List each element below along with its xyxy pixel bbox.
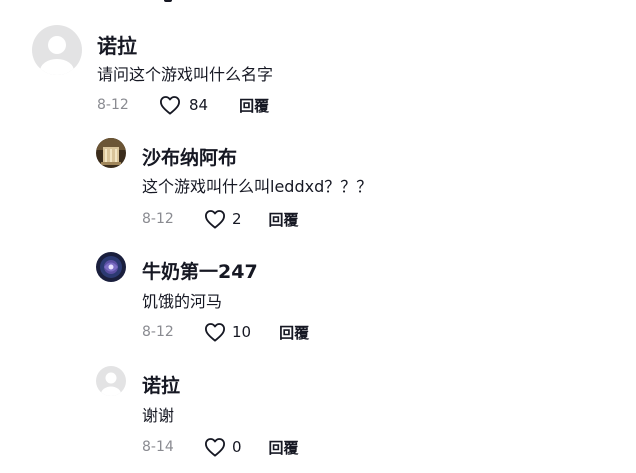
like-count: 84 — [189, 96, 209, 114]
comment-date: 8-12 — [97, 97, 129, 113]
heart-icon — [205, 323, 225, 342]
comment-author[interactable]: 诺拉 — [142, 371, 180, 398]
comment-meta: 8-12 84 回覆 — [97, 94, 269, 116]
comment-date: 8-12 — [142, 324, 174, 340]
reply-button[interactable]: 回覆 — [239, 95, 269, 116]
building-photo-avatar[interactable] — [96, 138, 126, 168]
comment-text: 谢谢 — [142, 406, 175, 425]
comment-text: 饥饿的河马 — [142, 292, 223, 311]
like-count: 10 — [232, 323, 252, 341]
scroll-fragment — [164, 0, 172, 2]
like-button[interactable]: 10 — [204, 322, 251, 342]
comment-date: 8-14 — [142, 439, 174, 455]
comment-meta: 8-12 10 回覆 — [142, 321, 309, 343]
comment-date: 8-12 — [142, 211, 174, 227]
like-count: 0 — [232, 438, 242, 456]
galaxy-photo-avatar[interactable] — [96, 252, 126, 282]
heart-icon — [160, 96, 180, 115]
comment-author[interactable]: 诺拉 — [97, 30, 137, 59]
like-count: 2 — [232, 210, 242, 228]
comment-meta: 8-12 2 回覆 — [142, 208, 299, 230]
comment-author[interactable]: 沙布纳阿布 — [142, 143, 237, 170]
comment-meta: 8-14 0 回覆 — [142, 436, 299, 458]
like-button[interactable]: 84 — [159, 95, 208, 115]
comment-author[interactable]: 牛奶第一247 — [142, 257, 258, 284]
default-avatar-icon[interactable] — [96, 366, 126, 396]
reply-button[interactable]: 回覆 — [269, 437, 299, 458]
reply-button[interactable]: 回覆 — [269, 209, 299, 230]
like-button[interactable]: 2 — [204, 209, 242, 229]
heart-icon — [205, 438, 225, 457]
default-avatar-icon[interactable] — [32, 25, 82, 75]
like-button[interactable]: 0 — [204, 437, 242, 457]
heart-icon — [205, 210, 225, 229]
comment-text: 请问这个游戏叫什么名字 — [97, 65, 274, 84]
comment-text: 这个游戏叫什么叫leddxd？？？ — [142, 177, 373, 196]
reply-button[interactable]: 回覆 — [279, 322, 309, 343]
